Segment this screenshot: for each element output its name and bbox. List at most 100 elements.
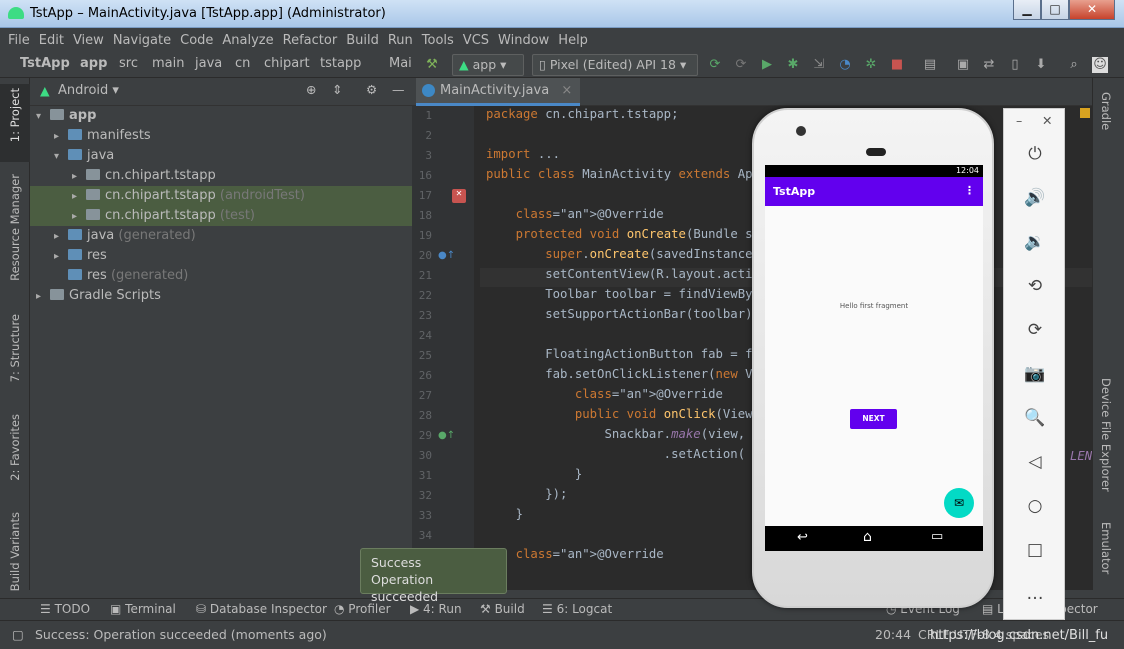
menu-analyze[interactable]: Analyze [222, 33, 273, 48]
menu-edit[interactable]: Edit [39, 33, 64, 48]
more-icon[interactable]: … [1024, 583, 1046, 605]
menu-window[interactable]: Window [498, 33, 549, 48]
expand-arrow-icon[interactable]: ▸ [36, 287, 50, 307]
sync-icon[interactable]: ⇄ [981, 57, 997, 73]
code-line[interactable]: Toolbar toolbar = findViewById [486, 287, 767, 301]
expand-arrow-icon[interactable]: ▸ [54, 227, 68, 247]
power-icon[interactable]: ⏻ [1024, 143, 1046, 165]
project-view-selector[interactable]: Android ▾ [58, 83, 119, 98]
expand-arrow-icon[interactable]: ▸ [72, 167, 86, 187]
expand-arrow-icon[interactable]: ▾ [54, 147, 68, 167]
breadcrumb-module[interactable]: app [80, 56, 107, 71]
expand-arrow-icon[interactable]: ▾ [36, 107, 50, 127]
menu-file[interactable]: File [8, 33, 30, 48]
back-nav-icon[interactable]: ↩ [797, 530, 808, 545]
code-line[interactable]: fab.setOnClickListener(new Vie [486, 367, 767, 381]
rotate-left-icon[interactable]: ⟲ [1024, 275, 1046, 297]
tree-item[interactable]: ▸ java (generated) [30, 226, 412, 246]
tab-build-variants[interactable]: Build Variants [8, 512, 22, 591]
code-line[interactable]: }); [486, 487, 567, 501]
menu-build[interactable]: Build [346, 33, 379, 48]
search-icon[interactable]: ⌕ [1066, 57, 1082, 73]
apply-changes-icon[interactable]: ⟳ [707, 57, 723, 73]
tab-favorites[interactable]: 2: Favorites [8, 414, 22, 481]
expand-arrow-icon[interactable]: ▸ [54, 247, 68, 267]
volume-up-icon[interactable]: 🔊 [1024, 187, 1046, 209]
code-line[interactable]: setContentView(R.layout.activi [486, 267, 767, 281]
sdk-manager-icon[interactable]: ⬇ [1033, 57, 1049, 73]
hammer-icon[interactable]: ⚒ [424, 57, 440, 73]
attach-icon[interactable]: ⇲ [811, 57, 827, 73]
close-button[interactable]: ✕ [1069, 0, 1115, 20]
caret-position[interactable]: 20:44 [875, 627, 911, 642]
warning-indicator-icon[interactable] [1080, 108, 1090, 118]
gear-icon[interactable]: ⚙ [366, 82, 377, 97]
menu-view[interactable]: View [73, 33, 104, 48]
run-icon[interactable]: ▶ [759, 57, 775, 73]
breadcrumb-java[interactable]: java [195, 56, 222, 71]
code-line[interactable]: protected void onCreate(Bundle sav [486, 227, 768, 241]
code-line[interactable]: } [486, 507, 523, 521]
success-notification[interactable]: Success Operation succeeded [360, 548, 507, 604]
code-line[interactable]: public class MainActivity extends AppC [486, 167, 767, 181]
menu-refactor[interactable]: Refactor [283, 33, 338, 48]
tab-resource-manager[interactable]: Resource Manager [8, 174, 22, 281]
status-message[interactable]: Success: Operation succeeded (moments ag… [35, 627, 327, 642]
tree-item[interactable]: ▸ manifests [30, 126, 412, 146]
error-badge-icon[interactable]: ✕ [452, 189, 466, 203]
locate-icon[interactable]: ⊕ [306, 82, 316, 97]
emulator-close-button[interactable]: ✕ [1042, 113, 1052, 128]
collapse-icon[interactable]: ⇕ [332, 82, 342, 97]
override-marker-icon[interactable]: ●↑ [438, 430, 455, 441]
tab-todo[interactable]: ☰ TODO [40, 602, 90, 616]
override-marker-icon[interactable]: ●↑ [438, 250, 455, 261]
fab-mail-button[interactable]: ✉ [944, 488, 974, 518]
tree-item[interactable]: ▾ java [30, 146, 412, 166]
menu-tools[interactable]: Tools [422, 33, 454, 48]
menu-vcs[interactable]: VCS [463, 33, 489, 48]
profile-icon[interactable]: ◔ [837, 57, 853, 73]
code-line[interactable]: public void onClick(View v [486, 407, 768, 421]
overview-icon[interactable]: □ [1024, 539, 1046, 561]
tab-structure[interactable]: 7: Structure [8, 314, 22, 382]
panel-toggle-icon[interactable]: ▢ [12, 627, 24, 642]
expand-arrow-icon[interactable]: ▸ [54, 127, 68, 147]
device-dropdown[interactable]: ▯ Pixel (Edited) API 18 ▾ [532, 54, 698, 76]
zoom-icon[interactable]: 🔍 [1024, 407, 1046, 429]
code-line[interactable]: super.onCreate(savedInstanceSt [486, 247, 767, 261]
recents-nav-icon[interactable]: ▭ [931, 529, 943, 544]
breadcrumb-mainactivity[interactable]: Mai [389, 56, 412, 71]
tree-item[interactable]: ▸ Gradle Scripts [30, 286, 412, 306]
overflow-menu-icon[interactable]: ⋮ [964, 184, 975, 197]
code-line[interactable]: class="an">@Override [486, 547, 664, 561]
menu-navigate[interactable]: Navigate [113, 33, 171, 48]
expand-arrow-icon[interactable]: ▸ [72, 207, 86, 227]
debug-icon[interactable]: ✱ [785, 57, 801, 73]
menu-help[interactable]: Help [558, 33, 588, 48]
breadcrumb-project[interactable]: TstApp [20, 56, 70, 71]
tree-item[interactable]: ▾ app [30, 106, 412, 126]
maximize-button[interactable]: □ [1041, 0, 1069, 20]
expand-arrow-icon[interactable]: ▸ [72, 187, 86, 207]
home-nav-icon[interactable]: ⌂ [863, 529, 872, 545]
code-line[interactable]: setSupportActionBar(toolbar); [486, 307, 760, 321]
breadcrumb-cn[interactable]: cn [235, 56, 250, 71]
back-icon[interactable]: ◁ [1024, 451, 1046, 473]
hide-panel-icon[interactable]: — [392, 82, 405, 97]
next-button[interactable]: NEXT [850, 409, 897, 429]
tab-terminal[interactable]: ▣ Terminal [110, 602, 176, 616]
apply-code-icon[interactable]: ⟳ [733, 57, 749, 73]
tree-item[interactable]: ▸ cn.chipart.tstapp (androidTest) [30, 186, 412, 206]
breadcrumb-tstapp[interactable]: tstapp [320, 56, 361, 71]
breadcrumb-src[interactable]: src [119, 56, 138, 71]
code-line[interactable]: class="an">@Override [486, 387, 723, 401]
avd-manager-icon[interactable]: ▣ [955, 57, 971, 73]
device-manager-icon[interactable]: ▯ [1007, 57, 1023, 73]
close-tab-icon[interactable]: × [561, 83, 572, 98]
tab-logcat[interactable]: ☰ 6: Logcat [542, 602, 612, 616]
emulator-minimize-button[interactable]: – [1016, 113, 1022, 128]
rotate-right-icon[interactable]: ⟳ [1024, 319, 1046, 341]
run-config-dropdown[interactable]: ▲ app ▾ [452, 54, 524, 76]
user-icon[interactable]: ☺ [1092, 57, 1108, 73]
project-structure-icon[interactable]: ▤ [922, 57, 938, 73]
